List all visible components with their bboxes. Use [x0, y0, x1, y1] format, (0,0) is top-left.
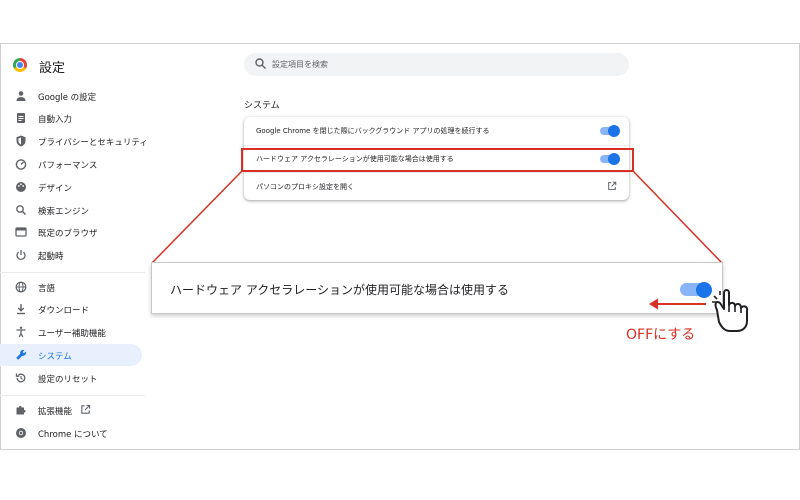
- left-arrow-icon: [649, 298, 706, 310]
- zoom-connector-lines: [151, 170, 723, 264]
- highlight-box: [241, 148, 634, 172]
- pointing-hand-icon: [712, 289, 749, 332]
- zoomed-setting-label: ハードウェア アクセラレーションが使用可能な場合は使用する: [170, 283, 509, 297]
- zoomed-hardware-acceleration-toggle[interactable]: [680, 281, 712, 298]
- zoomed-setting-panel: ハードウェア アクセラレーションが使用可能な場合は使用する: [151, 262, 723, 314]
- annotation-text: OFFにする: [626, 327, 696, 343]
